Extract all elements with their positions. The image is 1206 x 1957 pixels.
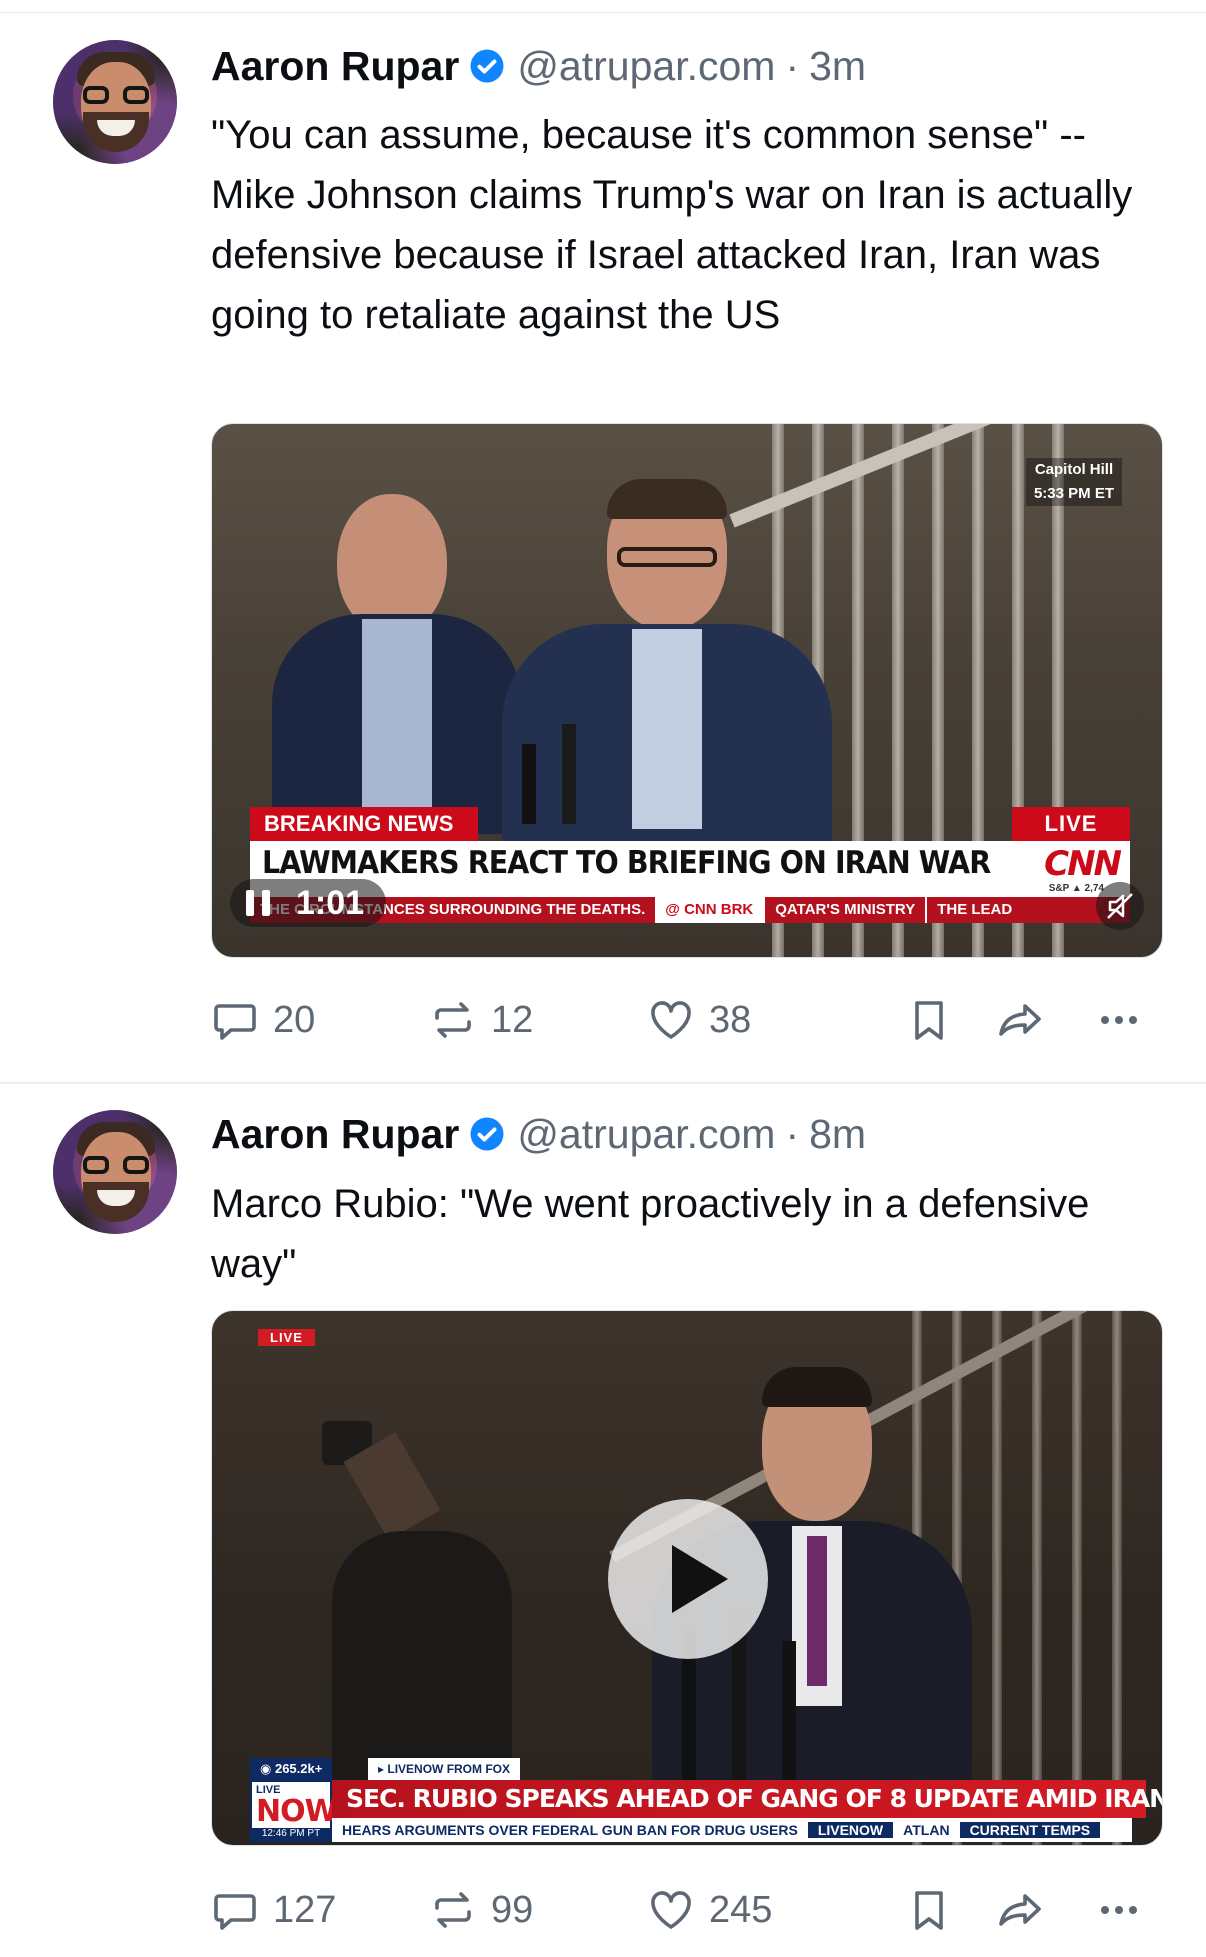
like-button[interactable]: 38	[647, 992, 751, 1048]
person-left	[272, 494, 522, 834]
speaker-muted-icon	[1107, 893, 1133, 919]
post-2-actions: 127 99 245	[211, 1882, 1171, 1938]
verified-badge-icon	[470, 49, 504, 83]
separator-dot: ·	[785, 1110, 800, 1157]
bookmark-button[interactable]	[905, 992, 967, 1048]
author-name[interactable]: Aaron Rupar	[211, 43, 459, 90]
verified-badge-icon	[470, 1117, 504, 1151]
bookmark-icon	[915, 1891, 943, 1930]
reply-button[interactable]: 20	[211, 992, 315, 1048]
source-label: ▸ LIVENOW FROM FOX	[368, 1758, 521, 1780]
author-handle[interactable]: @atrupar.com	[517, 1111, 775, 1158]
author-avatar[interactable]	[53, 40, 177, 164]
chyron-headline: SEC. RUBIO SPEAKS AHEAD OF GANG OF 8 UPD…	[332, 1780, 1162, 1818]
video-player[interactable]: LIVE ◉ 265.2k+ ▸ LIVENOW FROM FOX LIVE N…	[211, 1310, 1163, 1846]
post-header: Aaron Rupar @atrupar.com · 8m	[211, 1108, 866, 1160]
livenow-logo: LIVE NOW 12:46 PM PT	[250, 1780, 338, 1842]
post-1[interactable]: Aaron Rupar @atrupar.com · 3m "You can a…	[0, 0, 1206, 958]
post-1-actions: 20 12 38	[211, 992, 1171, 1048]
like-count: 245	[709, 1888, 773, 1931]
speech-bubble-icon	[214, 1894, 256, 1930]
speech-bubble-icon	[214, 1004, 256, 1040]
live-tag: LIVE	[258, 1329, 315, 1346]
more-options-button[interactable]	[1095, 1882, 1157, 1938]
repost-arrows-icon	[435, 1002, 471, 1038]
location-badge: Capitol Hill 5:33 PM ET	[1025, 458, 1122, 506]
pause-icon[interactable]	[246, 890, 270, 916]
post-text: Marco Rubio: "We went proactively in a d…	[211, 1182, 1090, 1286]
repost-button[interactable]: 12	[429, 992, 533, 1048]
like-count: 38	[709, 998, 752, 1041]
share-arrow-icon	[999, 1004, 1041, 1036]
more-dots-icon	[1101, 1016, 1137, 1024]
elapsed-time: 1:01	[296, 883, 365, 922]
post-time[interactable]: 8m	[809, 1111, 866, 1158]
chyron-headline: LAWMAKERS REACT TO BRIEFING ON IRAN WAR	[262, 845, 991, 881]
share-button[interactable]	[995, 1882, 1061, 1938]
author-handle[interactable]: @atrupar.com	[517, 43, 775, 90]
separator-dot: ·	[785, 42, 800, 89]
author-name[interactable]: Aaron Rupar	[211, 1111, 459, 1158]
bookmark-button[interactable]	[905, 1882, 967, 1938]
video-player[interactable]: Capitol Hill 5:33 PM ET BREAKING NEWS LI…	[211, 423, 1163, 958]
share-button[interactable]	[995, 992, 1061, 1048]
view-count: ◉ 265.2k+	[250, 1758, 333, 1780]
breaking-news-label: BREAKING NEWS	[250, 807, 478, 841]
cnn-logo: CNN	[1044, 844, 1122, 884]
repost-count: 99	[491, 1888, 534, 1931]
mute-button[interactable]	[1096, 882, 1144, 930]
more-dots-icon	[1101, 1906, 1137, 1914]
eye-icon: ◉	[260, 1761, 275, 1776]
post-2[interactable]: Aaron Rupar @atrupar.com · 8m Marco Rubi…	[0, 1084, 1206, 1957]
more-options-button[interactable]	[1095, 992, 1157, 1048]
play-button[interactable]	[608, 1499, 768, 1659]
playback-control[interactable]: 1:01	[230, 879, 387, 927]
reply-button[interactable]: 127	[211, 1882, 336, 1938]
repost-arrows-icon	[435, 1892, 471, 1928]
reply-count: 20	[273, 998, 316, 1041]
post-time[interactable]: 3m	[809, 43, 866, 90]
like-button[interactable]: 245	[647, 1882, 772, 1938]
repost-button[interactable]: 99	[429, 1882, 533, 1938]
heart-icon	[651, 1001, 691, 1039]
bookmark-icon	[915, 1001, 943, 1040]
heart-icon	[651, 1891, 691, 1929]
person-speaker	[502, 479, 832, 854]
post-text: "You can assume, because it's common sen…	[211, 113, 1133, 337]
share-arrow-icon	[999, 1894, 1041, 1926]
live-label: LIVE	[1012, 807, 1130, 841]
news-ticker: HEARS ARGUMENTS OVER FEDERAL GUN BAN FOR…	[332, 1818, 1132, 1842]
repost-count: 12	[491, 998, 534, 1041]
author-avatar[interactable]	[53, 1110, 177, 1234]
post-header: Aaron Rupar @atrupar.com · 3m	[211, 40, 866, 92]
reply-count: 127	[273, 1888, 337, 1931]
